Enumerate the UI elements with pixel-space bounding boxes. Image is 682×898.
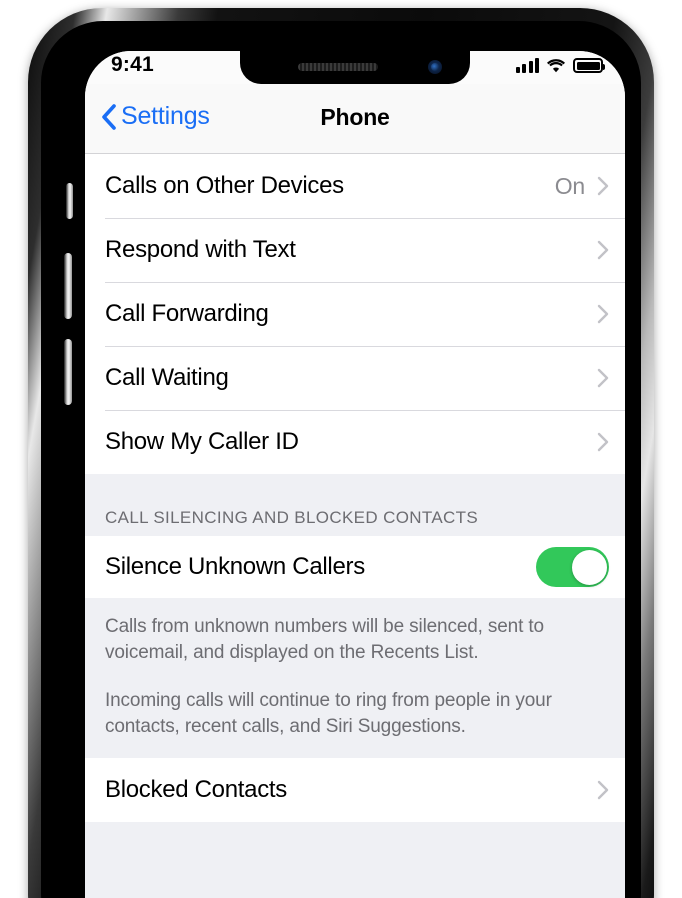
section-footer-call-silencing: Calls from unknown numbers will be silen… <box>85 598 625 758</box>
cellular-signal-icon <box>515 58 539 73</box>
list-item-label: Blocked Contacts <box>105 776 287 803</box>
list-item-label: Show My Caller ID <box>105 428 299 455</box>
phone-screen: 9:41 Settings Phone Calls on Other Devic… <box>85 51 625 898</box>
list-item-label: Call Forwarding <box>105 300 269 327</box>
navigation-bar: Settings Phone <box>85 84 625 154</box>
volume-down-button[interactable] <box>64 339 72 405</box>
list-item-label: Silence Unknown Callers <box>105 553 365 580</box>
silence-unknown-callers-toggle[interactable] <box>536 547 609 587</box>
list-item-label: Respond with Text <box>105 236 296 263</box>
list-item-show-my-caller-id[interactable]: Show My Caller ID <box>85 410 625 474</box>
list-item-respond-with-text[interactable]: Respond with Text <box>85 218 625 282</box>
wifi-icon <box>546 58 566 73</box>
list-item-value: On <box>554 172 585 199</box>
list-item-call-forwarding[interactable]: Call Forwarding <box>85 282 625 346</box>
call-settings-group: Calls on Other Devices On Respond with T… <box>85 154 625 474</box>
list-item-call-waiting[interactable]: Call Waiting <box>85 346 625 410</box>
chevron-right-icon <box>597 432 609 452</box>
status-bar-indicators <box>515 58 605 73</box>
display-notch <box>240 51 470 84</box>
mute-switch-button[interactable] <box>66 183 73 219</box>
settings-list[interactable]: Calls on Other Devices On Respond with T… <box>85 154 625 898</box>
blocked-contacts-group: Blocked Contacts <box>85 758 625 822</box>
list-item-blocked-contacts[interactable]: Blocked Contacts <box>85 758 625 822</box>
volume-up-button[interactable] <box>64 253 72 319</box>
earpiece-speaker <box>298 63 378 71</box>
list-item-label: Calls on Other Devices <box>105 172 344 199</box>
page-title: Phone <box>320 104 390 130</box>
call-silencing-group: Silence Unknown Callers <box>85 536 625 598</box>
chevron-right-icon <box>597 780 609 800</box>
footer-paragraph-2: Incoming calls will continue to ring fro… <box>105 690 552 737</box>
group-spacer <box>85 474 625 508</box>
front-camera-icon <box>428 60 442 74</box>
footer-paragraph-1: Calls from unknown numbers will be silen… <box>105 616 544 663</box>
battery-full-icon <box>573 58 605 73</box>
list-item-calls-on-other-devices[interactable]: Calls on Other Devices On <box>85 154 625 218</box>
list-item-silence-unknown-callers[interactable]: Silence Unknown Callers <box>85 536 625 598</box>
iphone-device-frame: 9:41 Settings Phone Calls on Other Devic… <box>28 8 654 898</box>
screenshot-stage: 9:41 Settings Phone Calls on Other Devic… <box>0 0 682 898</box>
chevron-right-icon <box>597 368 609 388</box>
list-bottom-spacer <box>85 822 625 862</box>
device-bezel: 9:41 Settings Phone Calls on Other Devic… <box>41 21 641 898</box>
section-header-call-silencing: CALL SILENCING AND BLOCKED CONTACTS <box>85 508 625 536</box>
chevron-right-icon <box>597 304 609 324</box>
chevron-right-icon <box>597 240 609 260</box>
chevron-right-icon <box>597 176 609 196</box>
toggle-knob <box>571 549 607 585</box>
list-item-label: Call Waiting <box>105 364 229 391</box>
status-bar-time: 9:41 <box>111 53 154 76</box>
